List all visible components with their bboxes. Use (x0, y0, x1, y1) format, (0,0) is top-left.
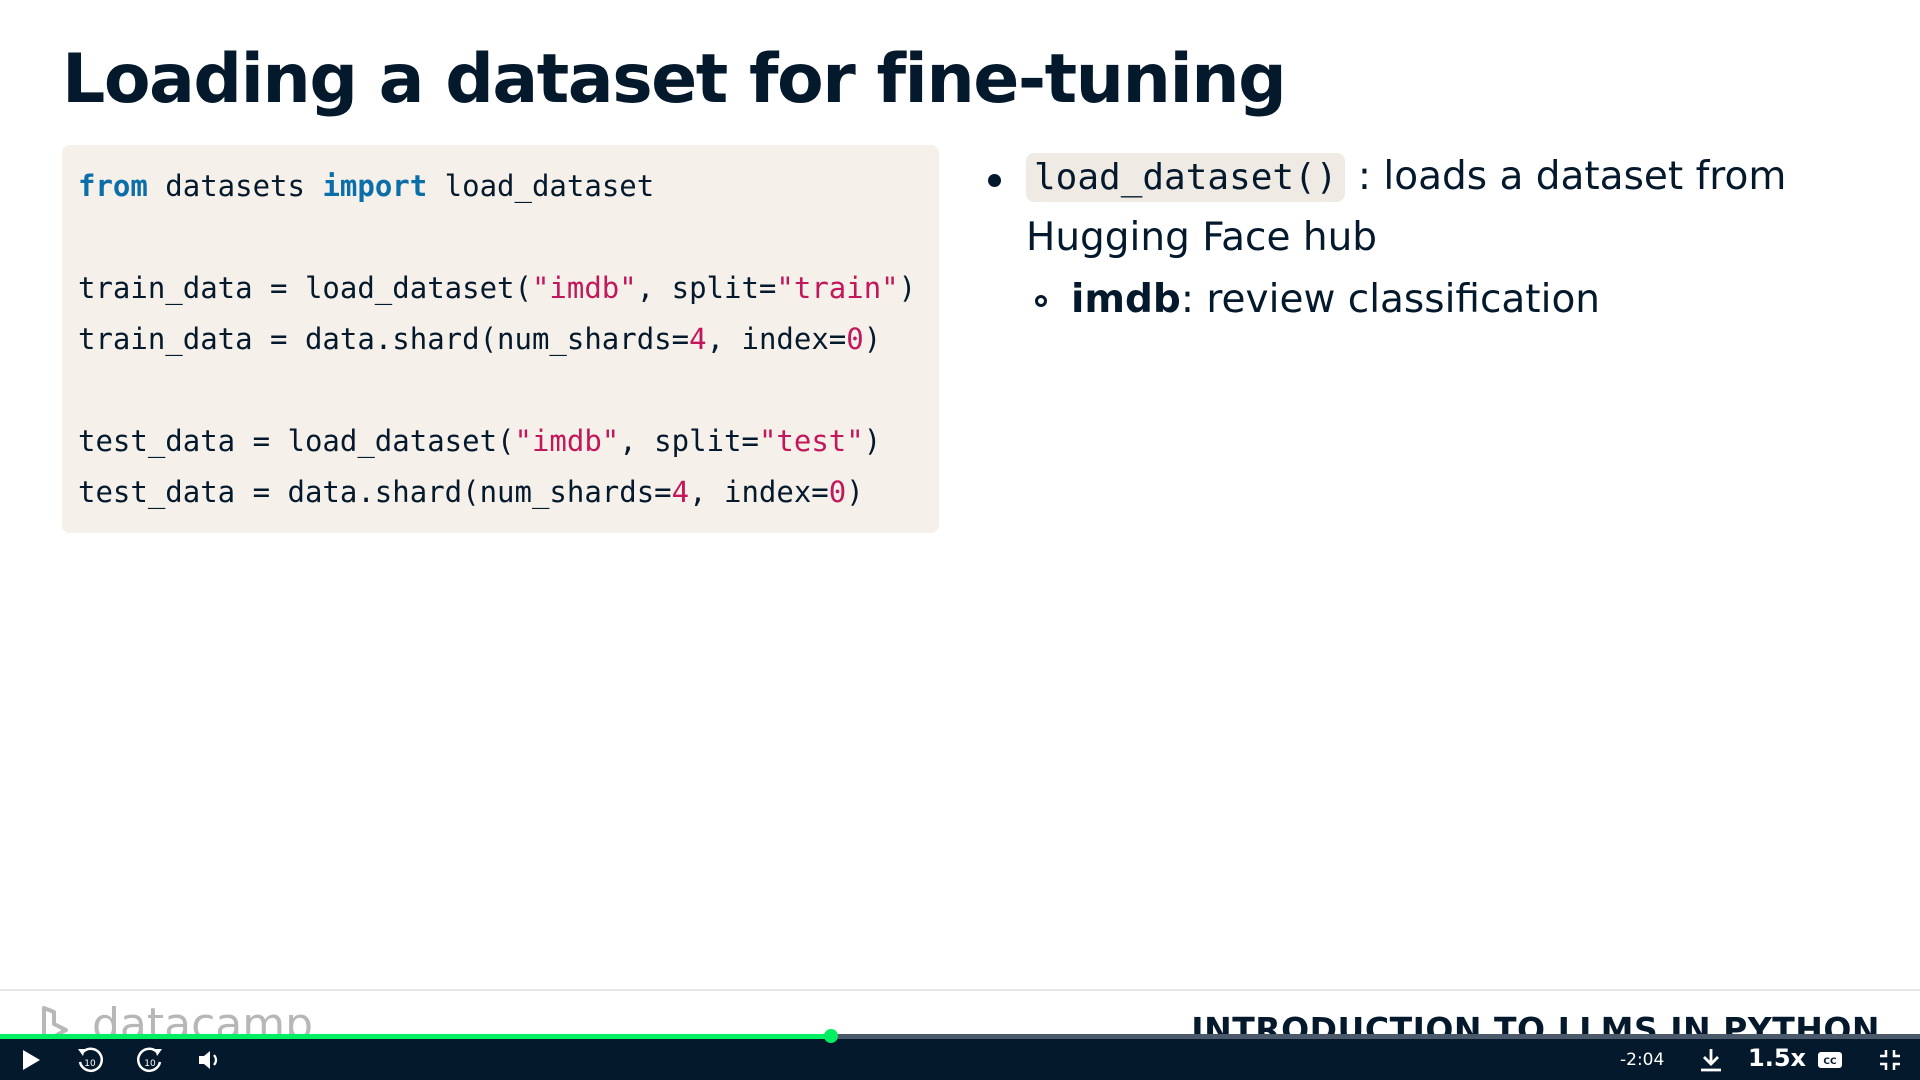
play-button[interactable] (14, 1044, 48, 1076)
code-line: train_data = data.shard(num_shards=4, in… (78, 318, 939, 369)
captions-button[interactable]: CC (1813, 1044, 1847, 1076)
svg-text:CC: CC (1823, 1057, 1837, 1067)
code-text: test_data = data.shard(num_shards= (78, 475, 672, 509)
code-string: "imdb" (531, 271, 637, 305)
download-icon (1701, 1049, 1721, 1072)
code-line: test_data = data.shard(num_shards=4, ind… (78, 471, 939, 522)
volume-button[interactable] (194, 1044, 226, 1076)
progress-fill (0, 1034, 831, 1039)
sub-bullet-text: : review classification (1180, 277, 1601, 322)
slide: Loading a dataset for fine-tuning from d… (0, 0, 1920, 1080)
captions-icon: CC (1818, 1052, 1842, 1068)
code-number: 0 (846, 322, 864, 356)
code-string: "train" (776, 271, 899, 305)
code-text: ) (898, 271, 917, 305)
code-keyword: from (78, 169, 148, 203)
code-number: 4 (689, 322, 707, 356)
code-text: , split= (619, 424, 759, 458)
forward-10-icon: 10 (136, 1047, 162, 1072)
code-line: test_data = load_dataset("imdb", split="… (78, 420, 939, 471)
play-icon (23, 1050, 40, 1070)
page-title: Loading a dataset for fine-tuning (62, 40, 1287, 119)
exit-fullscreen-button[interactable] (1872, 1044, 1908, 1076)
code-text: ) (863, 424, 882, 458)
bullet-item: load_dataset() : loads a dataset from Hu… (985, 147, 1885, 268)
sub-bullet-item: imdb: review classification (985, 270, 1885, 330)
bullet-dot-icon (988, 174, 1001, 187)
bullet-circle-icon (1035, 295, 1047, 307)
code-number: 0 (828, 475, 847, 509)
code-keyword: import (322, 169, 428, 203)
code-number: 4 (671, 475, 690, 509)
volume-icon (199, 1051, 218, 1069)
download-button[interactable] (1694, 1044, 1728, 1076)
exit-fullscreen-icon (1880, 1050, 1900, 1070)
code-line: train_data = load_dataset("imdb", split=… (78, 267, 939, 318)
progress-handle[interactable] (824, 1029, 838, 1043)
sub-bullet-bold: imdb (1071, 277, 1181, 322)
rewind-10-icon: 10 (78, 1047, 104, 1072)
code-text: test_data = load_dataset( (78, 424, 515, 458)
code-text: datasets (147, 169, 323, 203)
code-text: , index= (706, 322, 847, 356)
time-remaining: -2:04 (1620, 1050, 1665, 1070)
code-text: train_data = load_dataset( (78, 271, 532, 305)
footer-divider (0, 989, 1920, 991)
rewind-10-button[interactable]: 10 (72, 1044, 108, 1076)
forward-10-button[interactable]: 10 (132, 1044, 168, 1076)
code-line: from datasets import load_dataset (78, 165, 939, 216)
playback-speed-button[interactable]: 1.5x (1748, 1044, 1806, 1072)
svg-text:10: 10 (84, 1059, 96, 1069)
code-string: "imdb" (514, 424, 620, 458)
code-text: train_data = data.shard(num_shards= (78, 322, 690, 356)
code-text: load_dataset (427, 169, 655, 203)
code-string: "test" (758, 424, 864, 458)
code-text: , index= (689, 475, 829, 509)
inline-code: load_dataset() (1026, 153, 1346, 202)
code-block: from datasets import load_dataset train_… (62, 145, 939, 533)
code-text: , split= (636, 271, 777, 305)
code-text: ) (846, 475, 864, 509)
bullet-list: load_dataset() : loads a dataset from Hu… (985, 147, 1885, 330)
svg-text:10: 10 (144, 1059, 156, 1069)
code-text: ) (863, 322, 882, 356)
